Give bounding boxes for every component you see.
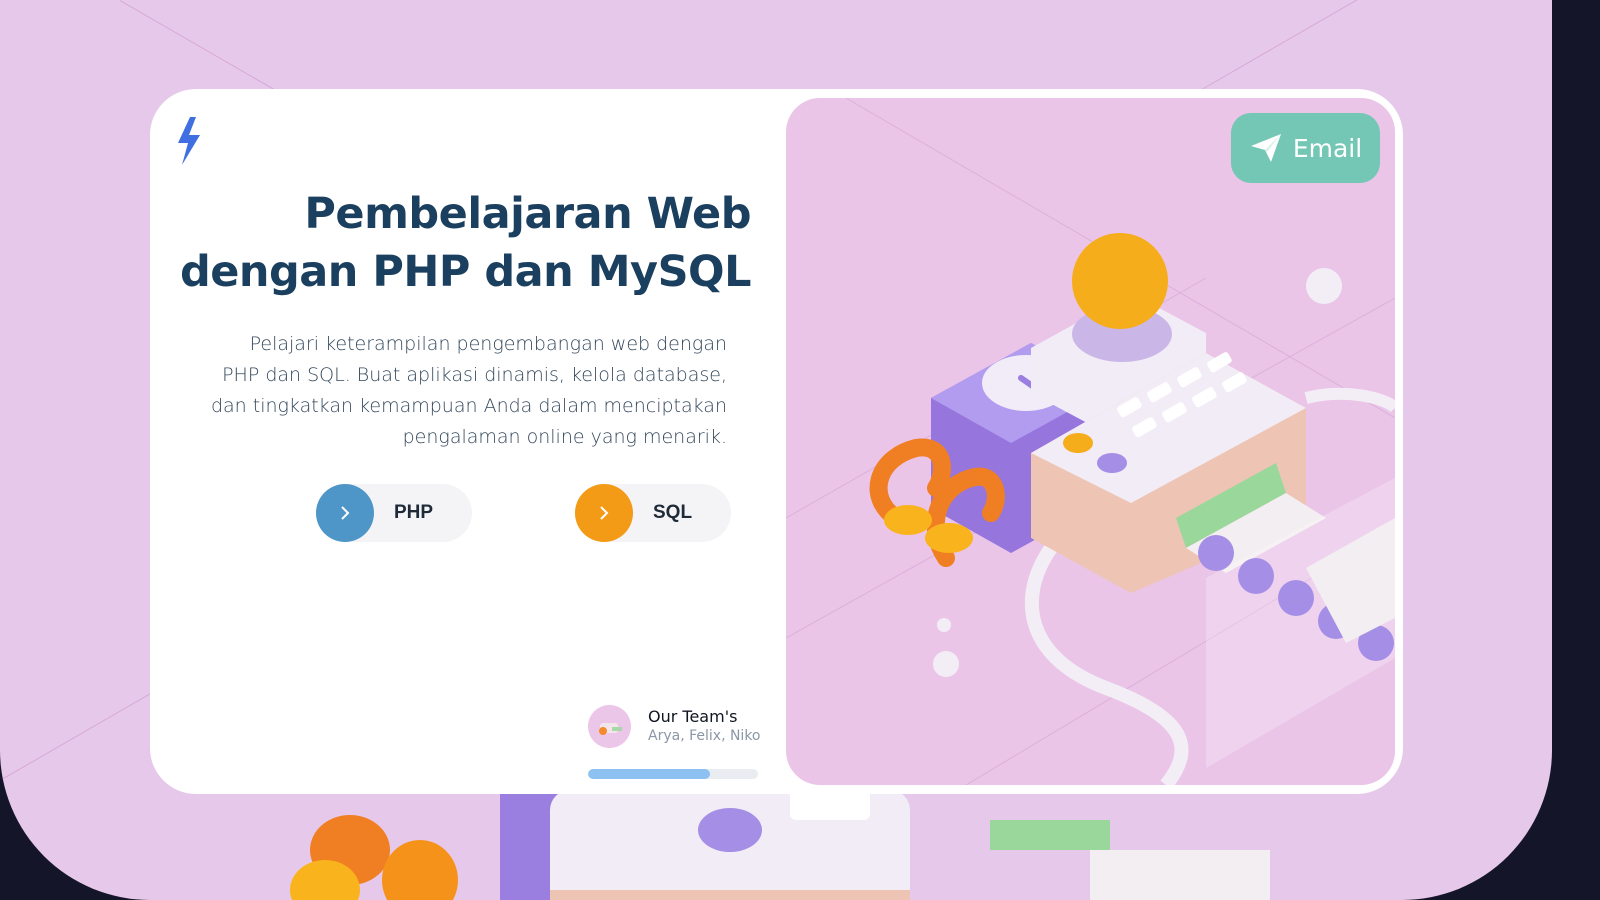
sql-button[interactable]: SQL	[575, 484, 731, 542]
title-line-1: Pembelajaran Web	[304, 189, 751, 239]
team-members: Arya, Felix, Niko	[648, 728, 761, 744]
php-button-label: PHP	[394, 502, 434, 523]
progress-bar	[588, 769, 758, 779]
main-card: Pembelajaran Web dengan PHP dan MySQL Pe…	[150, 89, 1403, 794]
sql-button-label: SQL	[653, 502, 693, 523]
page-title: Pembelajaran Web dengan PHP dan MySQL	[151, 185, 752, 301]
chevron-right-icon	[575, 484, 633, 542]
bg-grid-line	[1199, 0, 1374, 91]
machine-illustration	[786, 98, 1395, 785]
team-info[interactable]: Our Team's Arya, Felix, Niko	[588, 705, 778, 755]
title-line-2: dengan PHP dan MySQL	[179, 247, 752, 297]
team-avatar	[588, 705, 631, 748]
team-title: Our Team's	[648, 707, 738, 726]
send-icon	[1250, 134, 1281, 162]
hero-illustration: Email	[786, 98, 1395, 785]
php-button[interactable]: PHP	[316, 484, 472, 542]
progress-fill	[588, 769, 711, 779]
lightning-bolt-icon[interactable]	[172, 117, 204, 165]
email-button-label: Email	[1292, 133, 1363, 163]
email-button[interactable]: Email	[1231, 113, 1380, 183]
bg-grid-line	[0, 680, 174, 781]
description: Pelajari keterampilan pengembangan web d…	[210, 333, 727, 448]
chevron-right-icon	[316, 484, 374, 542]
